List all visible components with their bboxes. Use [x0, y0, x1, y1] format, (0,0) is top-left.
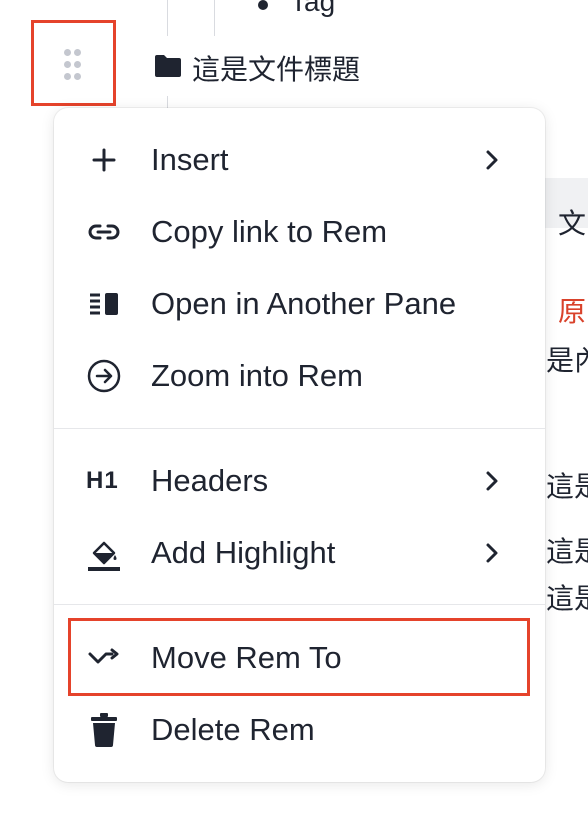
menu-item-label: Add Highlight: [151, 535, 336, 570]
move-rem-to-highlight: [68, 618, 530, 696]
menu-item-headers[interactable]: H1 Headers: [54, 445, 545, 517]
bullet-text[interactable]: Tag: [290, 0, 335, 18]
menu-item-label: Zoom into Rem: [151, 358, 363, 393]
menu-item-copy-link[interactable]: Copy link to Rem: [54, 196, 545, 268]
link-icon: [86, 214, 122, 250]
pane-icon: [86, 286, 122, 322]
right-text-fragment: 是內: [546, 345, 588, 376]
menu-item-label: Delete Rem: [151, 712, 315, 747]
document-title[interactable]: 這是文件標題: [192, 48, 360, 88]
menu-item-delete-rem[interactable]: Delete Rem: [54, 694, 545, 766]
menu-item-label: Copy link to Rem: [151, 214, 388, 249]
menu-divider: [54, 428, 545, 429]
right-text-fragment: 這是: [546, 536, 588, 567]
menu-item-zoom-into-rem[interactable]: Zoom into Rem: [54, 340, 545, 412]
tree-guide-line: [167, 0, 168, 36]
bullet: [258, 0, 268, 10]
h1-icon: H1: [86, 467, 119, 494]
right-text-fragment: 這是: [546, 583, 588, 614]
menu-item-label: Open in Another Pane: [151, 286, 457, 321]
right-text-fragment: 文: [558, 208, 587, 239]
chevron-right-icon: [482, 539, 502, 567]
menu-item-label: Headers: [151, 463, 269, 498]
menu-divider: [54, 604, 545, 605]
right-text-fragment: 原: [558, 296, 587, 327]
trash-icon: [86, 712, 122, 748]
menu-item-open-in-another-pane[interactable]: Open in Another Pane: [54, 268, 545, 340]
menu-item-insert[interactable]: Insert: [54, 124, 545, 196]
menu-item-add-highlight[interactable]: Add Highlight: [54, 517, 545, 589]
menu-item-label: Insert: [151, 142, 229, 177]
chevron-right-icon: [482, 467, 502, 495]
zoom-in-icon: [86, 358, 122, 394]
tree-guide-line: [214, 0, 215, 36]
highlight-icon: [86, 535, 122, 571]
plus-icon: [86, 142, 122, 178]
drag-handle-highlight: [31, 20, 116, 106]
drag-handle-icon[interactable]: [64, 49, 84, 81]
right-text-fragment: 這是: [546, 471, 588, 502]
folder-icon: [154, 54, 182, 78]
chevron-right-icon: [482, 146, 502, 174]
